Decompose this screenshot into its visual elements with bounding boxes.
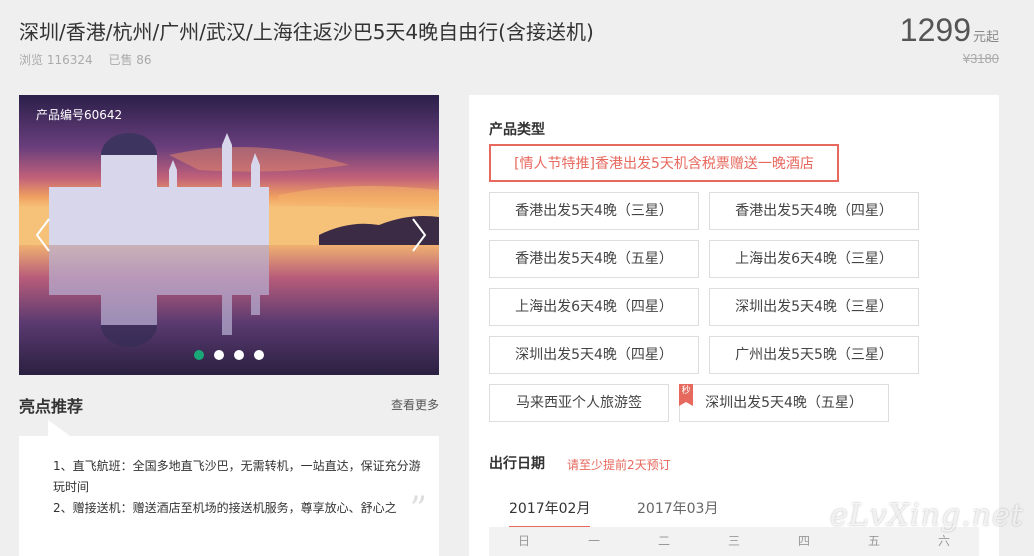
highlights-notch: [48, 420, 70, 436]
product-code: 产品编号60642: [36, 108, 123, 122]
carousel-dot[interactable]: [234, 350, 244, 360]
carousel-dots: [194, 350, 264, 360]
price-unit: 元起: [972, 30, 999, 45]
product-type-label: 产品类型: [489, 122, 545, 138]
weekday: 四: [797, 534, 810, 548]
tab-month-feb[interactable]: 2017年02月: [509, 498, 591, 529]
chevron-right-icon: [412, 218, 427, 252]
weekday: 一: [587, 534, 600, 548]
tab-month-mar[interactable]: 2017年03月: [637, 498, 718, 526]
product-title: 深圳/香港/杭州/广州/武汉/上海往返沙巴5天4晚自由行(含接送机): [19, 20, 594, 44]
original-price: ¥3180: [962, 51, 999, 66]
departure-hint: 请至少提前2天预订: [567, 458, 671, 472]
watermark: eLvXing.net: [830, 498, 1024, 533]
sold-count: 已售 86: [108, 53, 152, 67]
carousel-dot[interactable]: [254, 350, 264, 360]
product-option[interactable]: 广州出发5天5晚（三星）: [709, 336, 919, 374]
flash-sale-badge: 秒: [679, 384, 693, 406]
image-carousel[interactable]: 产品编号60642: [19, 95, 439, 375]
product-option-label: 深圳出发5天4晚（五星）: [705, 395, 863, 411]
product-meta: 浏览 116324 已售 86: [19, 51, 164, 68]
product-option[interactable]: 香港出发5天4晚（三星）: [489, 192, 699, 230]
carousel-image: [19, 95, 439, 375]
product-option[interactable]: 香港出发5天4晚（四星）: [709, 192, 919, 230]
carousel-dot[interactable]: [194, 350, 204, 360]
product-option[interactable]: 上海出发6天4晚（三星）: [709, 240, 919, 278]
product-option[interactable]: 深圳出发5天4晚（四星）: [489, 336, 699, 374]
carousel-next-button[interactable]: [409, 215, 429, 255]
weekday: 二: [657, 534, 670, 548]
product-option-selected[interactable]: [情人节特推]香港出发5天机含税票赠送一晚酒店: [489, 144, 839, 182]
product-option[interactable]: 深圳出发5天4晚（三星）: [709, 288, 919, 326]
carousel-dot[interactable]: [214, 350, 224, 360]
product-option[interactable]: 香港出发5天4晚（五星）: [489, 240, 699, 278]
product-option[interactable]: 马来西亚个人旅游签: [489, 384, 669, 422]
product-option-flash[interactable]: 秒 深圳出发5天4晚（五星）: [679, 384, 889, 422]
highlights-box: 1、直飞航班：全国多地直飞沙巴，无需转机，一站直达，保证充分游玩时间 2、赠接送…: [19, 436, 439, 556]
quote-icon: ”: [409, 489, 427, 529]
booking-panel: 产品类型 [情人节特推]香港出发5天机含税票赠送一晚酒店 香港出发5天4晚（三星…: [469, 95, 999, 556]
weekday: 日: [517, 534, 530, 548]
price: 1299: [899, 12, 971, 48]
weekday: 三: [727, 534, 740, 548]
highlight-item: 1、直飞航班：全国多地直飞沙巴，无需转机，一站直达，保证充分游玩时间: [53, 459, 421, 494]
price-box: 1299 元起 ¥3180: [900, 12, 999, 66]
highlight-item: 2、赠接送机：赠送酒店至机场的接送机服务，尊享放心、舒心之: [53, 501, 397, 515]
chevron-left-icon: [35, 218, 50, 252]
product-option[interactable]: 上海出发6天4晚（四星）: [489, 288, 699, 326]
highlights-title: 亮点推荐: [19, 397, 84, 416]
view-count: 浏览 116324: [19, 53, 93, 67]
highlights-more-link[interactable]: 查看更多: [391, 396, 439, 413]
departure-label: 出行日期: [489, 456, 545, 472]
carousel-prev-button[interactable]: [33, 215, 53, 255]
